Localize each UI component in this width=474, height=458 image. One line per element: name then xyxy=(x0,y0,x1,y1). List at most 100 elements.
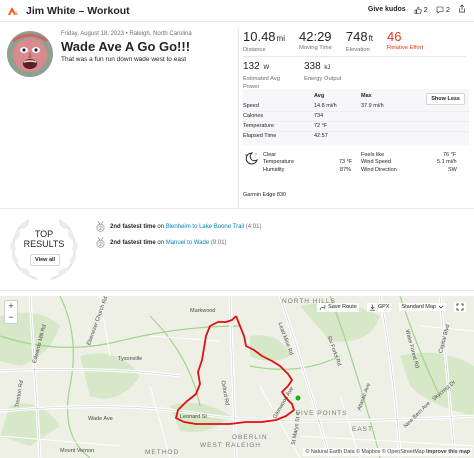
more-stats-panel: Avg Max Show Less Speed 14.8 mi/h 37.9 m… xyxy=(243,89,469,145)
power-label-1: Estimated Avg xyxy=(243,76,280,82)
thumbs-up-icon xyxy=(414,6,422,14)
achievement-time: (4:01) xyxy=(245,223,262,230)
comment-count[interactable]: 2 xyxy=(436,5,450,14)
achievement-on: on xyxy=(157,223,165,230)
row-avg: 42:57 xyxy=(314,133,328,139)
map-style-label: Standard Map xyxy=(401,304,436,310)
row-label: Speed xyxy=(243,103,259,109)
fullscreen-button[interactable] xyxy=(454,302,466,312)
chevron-down-icon xyxy=(438,305,444,309)
achievement-time: (9:01) xyxy=(210,239,227,246)
kudos-count[interactable]: 2 xyxy=(414,5,428,14)
stat-relative-effort[interactable]: 46 Relative Effort xyxy=(387,30,423,53)
map-label-tysonville: Tysonville xyxy=(118,356,143,362)
moving-time-value: 42:29 xyxy=(299,29,332,44)
distance-value: 10.48 xyxy=(243,29,276,44)
distance-unit: mi xyxy=(276,34,285,43)
comment-count-value: 2 xyxy=(445,5,450,14)
athlete-avatar[interactable] xyxy=(7,31,53,77)
map-label-five-points: FIVE POINTS xyxy=(296,410,348,417)
stat-row-temperature: Temperature 72 °F xyxy=(243,122,469,132)
map-style-select[interactable]: Standard Map xyxy=(399,303,446,311)
col-max-header: Max xyxy=(361,93,372,99)
humidity-value: 87% xyxy=(340,167,352,173)
temperature-label: Temperature xyxy=(263,159,294,165)
stat-row-calories: Calories 734 xyxy=(243,112,469,122)
secondary-stats: 132 W Estimated Avg Power 338 kJ Energy … xyxy=(243,60,341,91)
top-results-line-2: RESULTS xyxy=(23,239,65,249)
energy-unit: kJ xyxy=(324,65,331,71)
energy-label: Energy Output xyxy=(303,76,342,82)
temperature-value: 73 °F xyxy=(339,159,353,165)
weather-panel: Clear Temperature 73 °F Humidity 87% Fee… xyxy=(243,151,469,181)
row-avg: 734 xyxy=(314,113,324,119)
kudos-count-value: 2 xyxy=(423,5,428,14)
map-label-west-raleigh: WEST RALEIGH xyxy=(200,442,262,449)
segment-link[interactable]: Manuel to Wade xyxy=(166,240,209,246)
zoom-out-button[interactable]: − xyxy=(5,312,17,323)
comment-icon xyxy=(436,6,444,14)
medal-icon: 2 xyxy=(96,221,105,232)
map-label-method: METHOD xyxy=(145,449,180,456)
humidity-label: Humidity xyxy=(263,167,285,173)
top-results-heading: TOP RESULTS xyxy=(22,229,66,249)
relative-effort-label: Relative Effort xyxy=(387,45,424,51)
primary-stats: 10.48mi Distance 42:29 Moving Time 748ft… xyxy=(243,29,423,54)
section-separator xyxy=(0,290,474,291)
download-icon xyxy=(369,304,375,310)
stat-power: 132 W Estimated Avg Power xyxy=(243,60,280,91)
elevation-unit: ft xyxy=(368,34,374,43)
zoom-in-button[interactable]: + xyxy=(5,301,17,312)
map-label-wade-ave: Wade Ave xyxy=(88,416,113,422)
view-all-button[interactable]: View all xyxy=(30,254,61,266)
wind-direction-label: Wind Direction xyxy=(361,167,397,173)
section-separator xyxy=(0,208,474,209)
achievement-rank: 2nd fastest time xyxy=(110,223,156,230)
achievement-item: 2 2nd fastest time on Blenheim to Lake B… xyxy=(95,221,261,232)
stats-separator xyxy=(243,56,467,57)
map-label-east: EAST xyxy=(352,426,373,433)
achievement-on: on xyxy=(157,239,165,246)
achievement-rank: 2nd fastest time xyxy=(110,239,156,246)
gpx-label: GPX xyxy=(377,304,390,310)
medal-icon: 2 xyxy=(96,237,105,248)
power-value: 132 xyxy=(243,61,260,72)
strava-chevron-icon[interactable] xyxy=(6,4,20,18)
gpx-button[interactable]: GPX xyxy=(366,302,392,312)
elevation-label: Elevation xyxy=(345,47,370,53)
map-label-leonard-st: Leonard St xyxy=(180,414,207,420)
wind-direction-value: SW xyxy=(448,167,457,173)
zoom-controls: + − xyxy=(4,300,18,324)
improve-map-link[interactable]: Improve this map xyxy=(426,449,470,455)
map-label-oberlin: OBERLIN xyxy=(232,434,268,441)
row-max: 37.9 mi/h xyxy=(361,103,384,109)
stat-elevation: 748ft Elevation xyxy=(345,30,374,54)
map-label-north-hills: NORTH HILLS xyxy=(282,298,336,305)
attribution-text[interactable]: © Natural Earth Data © Mapbox © OpenStre… xyxy=(305,449,424,455)
activity-description: That was a fun run down wade west to eas… xyxy=(61,56,187,63)
feels-like-value: 76 °F xyxy=(443,152,457,158)
map-label-markwood: Markwood xyxy=(190,308,216,314)
activity-name: Wade Ave A Go Go!!! xyxy=(61,39,191,54)
col-avg-header: Avg xyxy=(314,93,325,99)
share-icon[interactable] xyxy=(458,4,466,15)
stat-row-speed: Speed 14.8 mi/h 37.9 mi/h xyxy=(243,102,469,112)
row-label: Calories xyxy=(243,113,264,119)
activity-date-location: Friday, August 18, 2023 • Raleigh, North… xyxy=(61,31,192,37)
stat-moving-time: 42:29 Moving Time xyxy=(299,30,332,53)
power-unit: W xyxy=(263,65,270,71)
segment-link[interactable]: Blenheim to Lake Boone Trail xyxy=(166,224,244,230)
row-label: Temperature xyxy=(243,123,274,129)
achievement-item: 2 2nd fastest time on Manuel to Wade (9:… xyxy=(95,237,227,248)
give-kudos-button[interactable]: Give kudos xyxy=(368,6,406,13)
moon-cloud-icon xyxy=(243,151,259,167)
top-results-line-1: TOP xyxy=(34,229,54,239)
page-header: Jim White – Workout Give kudos 2 2 xyxy=(0,0,474,22)
route-map[interactable]: + − Save Route GPX Standard Map Markwood… xyxy=(0,296,474,458)
weather-condition: Clear xyxy=(263,152,277,158)
wind-speed-value: 5.1 mi/h xyxy=(437,159,457,165)
energy-value: 338 xyxy=(303,61,321,72)
device-name: Garmin Edge 830 xyxy=(243,192,287,198)
stat-row-elapsed-time: Elapsed Time 42:57 xyxy=(243,132,469,142)
row-label: Elapsed Time xyxy=(243,133,277,139)
